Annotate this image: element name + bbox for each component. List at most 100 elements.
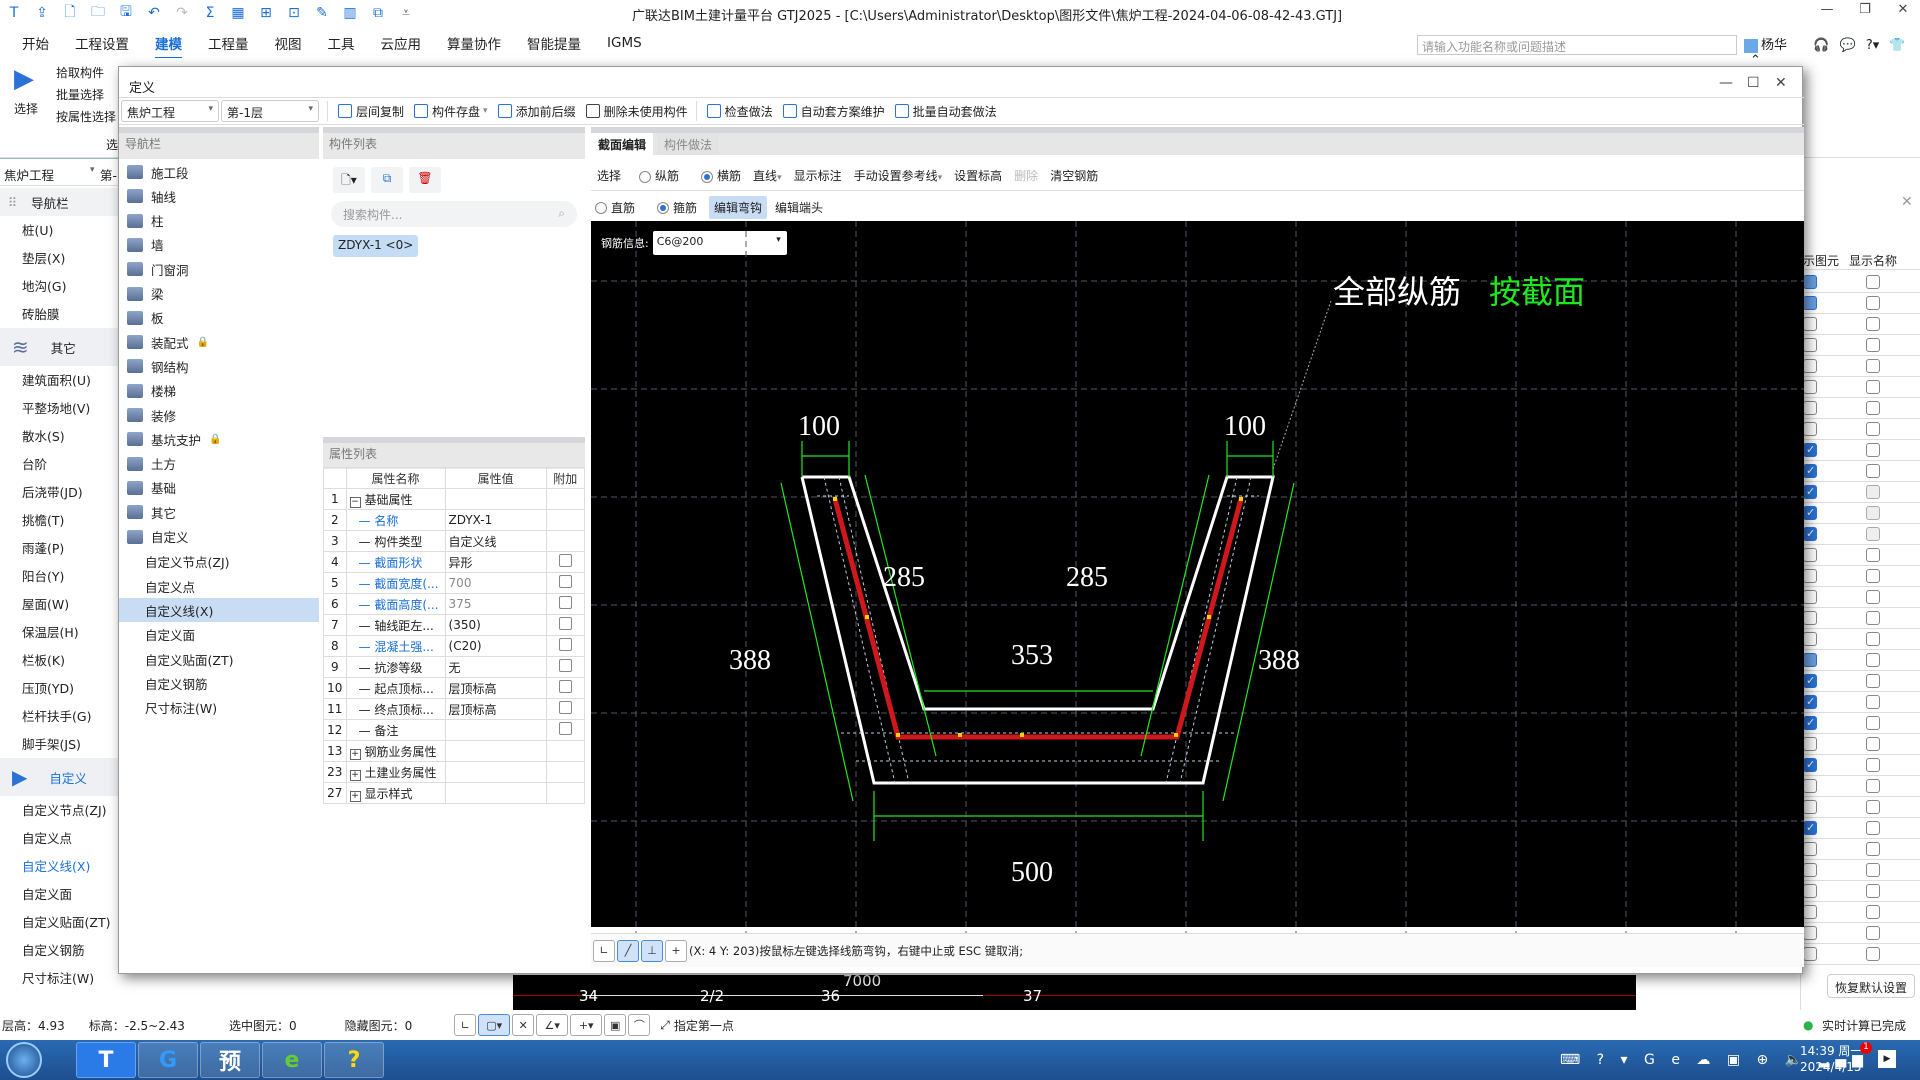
show-element-checkbox[interactable]	[1803, 758, 1817, 772]
show-element-checkbox[interactable]	[1803, 821, 1817, 835]
new-file-icon[interactable]: 🗋	[56, 0, 84, 26]
redo-icon[interactable]: ↷	[168, 0, 196, 26]
left-nav-item[interactable]: 屋面(W)	[22, 594, 69, 613]
menu-igms[interactable]: IGMS	[607, 35, 642, 51]
check-method-button[interactable]: 检查做法	[706, 103, 773, 120]
nav-item[interactable]: 施工段	[127, 161, 189, 183]
save-component-button[interactable]: 构件存盘 ▾	[414, 103, 488, 120]
nav-sub-item[interactable]: 自定义点	[145, 574, 195, 598]
extra-checkbox[interactable]	[558, 617, 572, 630]
layer-icon[interactable]: ▣	[604, 1014, 627, 1036]
arc-icon[interactable]: ⌒	[628, 1014, 651, 1036]
main-canvas-strip[interactable]: 34 2/2 36 37 7000	[513, 972, 1636, 1010]
line-dropdown[interactable]: 直线▾	[753, 167, 782, 184]
select-button[interactable]: 选择	[14, 100, 38, 117]
nav-sub-item[interactable]: 尺寸标注(W)	[145, 696, 217, 720]
app-logo-icon[interactable]: T	[0, 0, 28, 26]
nav-item[interactable]: 装修	[127, 404, 176, 426]
column-icon[interactable]: ▥	[336, 0, 364, 26]
line-snap-icon[interactable]: ╱	[617, 939, 639, 962]
show-name-checkbox[interactable]	[1866, 716, 1880, 730]
calc-view-icon[interactable]: ▦	[224, 0, 252, 26]
tab-component-method[interactable]: 构件做法	[657, 133, 720, 155]
taskbar-app-gtj[interactable]: T	[76, 1042, 136, 1078]
show-element-checkbox[interactable]	[1803, 842, 1817, 856]
show-element-checkbox[interactable]	[1803, 485, 1817, 499]
component-search-input[interactable]: 搜索构件... ⌕	[331, 201, 577, 227]
show-element-checkbox[interactable]	[1803, 674, 1817, 688]
show-element-checkbox[interactable]	[1803, 527, 1817, 541]
dialog-close-button[interactable]: ✕	[1775, 75, 1787, 91]
property-row[interactable]: 8— 混凝土强... (C20)	[323, 635, 586, 657]
show-element-checkbox[interactable]	[1803, 443, 1817, 457]
floor-copy-button[interactable]: 层间复制	[338, 103, 404, 120]
show-element-checkbox[interactable]	[1803, 422, 1817, 436]
extra-checkbox[interactable]	[558, 596, 572, 609]
left-nav-item[interactable]: 尺寸标注(W)	[22, 968, 94, 987]
nav-item[interactable]: 装配式 🔒	[127, 331, 209, 353]
extra-checkbox[interactable]	[558, 638, 572, 651]
nav-item[interactable]: 基坑支护 🔒	[127, 428, 221, 450]
ortho-icon[interactable]: ∟	[454, 1014, 477, 1036]
attr-select-button[interactable]: 按属性选择	[56, 108, 116, 125]
show-element-checkbox[interactable]	[1803, 380, 1817, 394]
show-name-checkbox[interactable]	[1866, 674, 1880, 688]
show-element-checkbox[interactable]	[1803, 716, 1817, 730]
sum-icon[interactable]: Σ	[196, 0, 224, 26]
dialog-minimize-button[interactable]: —	[1719, 75, 1733, 91]
menu-modeling[interactable]: 建模	[155, 33, 182, 59]
headset-icon[interactable]: 🎧	[1813, 38, 1829, 53]
upload-icon[interactable]: ⇪	[28, 0, 56, 26]
left-nav-item[interactable]: 阳台(Y)	[22, 566, 64, 585]
taskbar-app-help[interactable]: ?	[324, 1042, 384, 1078]
customize-icon[interactable]: ⩡	[392, 0, 420, 26]
nav-item[interactable]: 土方	[127, 453, 176, 475]
nav-item[interactable]: 楼梯	[127, 380, 176, 402]
property-row[interactable]: 12— 备注	[323, 719, 586, 741]
left-nav-item[interactable]: 垫层(X)	[22, 248, 65, 267]
extra-checkbox[interactable]	[558, 575, 572, 588]
section-drawing[interactable]: 100 100 285 285 353 388 388 500 全部纵筋 按截面	[591, 221, 1804, 933]
show-name-checkbox[interactable]	[1866, 464, 1880, 478]
add-prefix-button[interactable]: 添加前后缀	[497, 103, 576, 120]
show-element-checkbox[interactable]	[1803, 464, 1817, 478]
left-nav-item[interactable]: 地沟(G)	[22, 276, 66, 295]
clear-rebar-button[interactable]: 清空钢筋	[1050, 167, 1098, 184]
select-arrow-icon[interactable]: ▶	[14, 64, 38, 94]
show-name-checkbox[interactable]	[1866, 548, 1880, 562]
save-icon[interactable]: 🖫	[112, 0, 140, 26]
set-elevation-button[interactable]: 设置标高	[954, 167, 1002, 184]
angle-icon[interactable]: ∠▾	[536, 1014, 569, 1036]
left-nav-item[interactable]: 雨蓬(P)	[22, 538, 64, 557]
nav-item[interactable]: 自定义	[127, 526, 189, 548]
show-name-checkbox[interactable]	[1866, 443, 1880, 457]
show-name-checkbox[interactable]	[1866, 590, 1880, 604]
project-dropdown[interactable]: 焦炉工程	[121, 100, 219, 122]
show-name-checkbox[interactable]	[1866, 884, 1880, 898]
undo-icon[interactable]: ↶	[140, 0, 168, 26]
show-element-checkbox[interactable]	[1803, 338, 1817, 352]
left-nav-item[interactable]: 自定义节点(ZJ)	[22, 800, 107, 819]
show-name-checkbox[interactable]	[1866, 401, 1880, 415]
close-button[interactable]: ✕	[1886, 2, 1920, 24]
property-row[interactable]: 7— 轴线距左... (350)	[323, 614, 586, 636]
show-element-checkbox[interactable]	[1803, 401, 1817, 415]
left-nav-item[interactable]: 脚手架(JS)	[22, 734, 81, 753]
manual-ref-dropdown[interactable]: 手动设置参考线▾	[854, 167, 943, 184]
property-row[interactable]: 4— 截面形状 异形	[323, 551, 586, 573]
radio-stirrup[interactable]: 箍筋	[657, 199, 697, 216]
nav-item[interactable]: 墙	[127, 234, 164, 256]
nav-item[interactable]: 钢结构	[127, 355, 189, 377]
minimize-button[interactable]: —	[1810, 2, 1844, 24]
property-row[interactable]: 2— 名称 ZDYX-1	[323, 509, 586, 531]
perpendicular-icon[interactable]: ⊥	[641, 939, 663, 962]
clock-time[interactable]: 14:39 周一	[1800, 1042, 1862, 1059]
show-name-checkbox[interactable]	[1866, 527, 1880, 541]
property-row[interactable]: 9— 抗渗等级无	[323, 656, 586, 678]
extra-checkbox[interactable]	[558, 701, 572, 714]
nav-sub-item[interactable]: 自定义面	[145, 623, 195, 647]
help-icon[interactable]: ?▾	[1866, 38, 1879, 53]
property-row[interactable]: 5— 截面宽度(... 700	[323, 572, 586, 594]
show-element-checkbox[interactable]	[1803, 737, 1817, 751]
show-name-checkbox[interactable]	[1866, 779, 1880, 793]
